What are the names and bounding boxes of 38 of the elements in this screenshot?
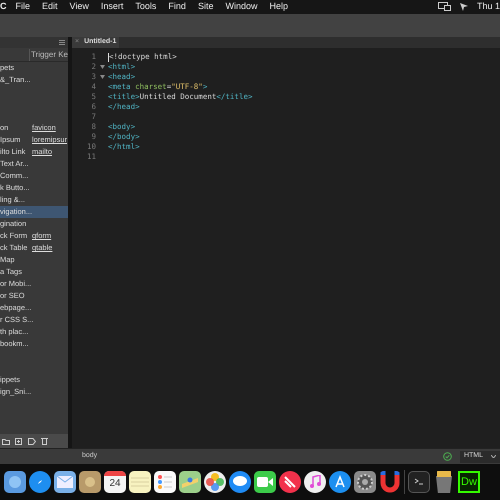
mail-icon[interactable] bbox=[54, 471, 76, 493]
magnet-icon[interactable] bbox=[379, 471, 401, 493]
add-snippet-icon[interactable] bbox=[15, 438, 23, 444]
terminal-icon[interactable] bbox=[408, 471, 430, 493]
menu-item[interactable]: Tools bbox=[135, 0, 156, 14]
menu-item[interactable]: Window bbox=[225, 0, 258, 14]
menu-item[interactable]: Find bbox=[168, 0, 186, 14]
app-menu[interactable]: C bbox=[0, 0, 6, 14]
photos-icon[interactable] bbox=[204, 471, 226, 493]
chevron-down-icon bbox=[491, 455, 496, 458]
dreamweaver-icon[interactable]: Dw bbox=[458, 471, 480, 493]
check-circle-icon[interactable] bbox=[442, 452, 452, 461]
music-note-icon[interactable] bbox=[304, 471, 326, 493]
tag-icon[interactable] bbox=[28, 438, 36, 444]
reminders-icon[interactable] bbox=[154, 471, 176, 493]
trash-bin-icon[interactable] bbox=[433, 471, 455, 493]
cursor-icon[interactable] bbox=[458, 2, 469, 12]
folder-icon[interactable] bbox=[2, 438, 10, 444]
text-cursor bbox=[108, 52, 109, 62]
display-icon[interactable] bbox=[438, 2, 451, 12]
fold-arrow-icon[interactable] bbox=[100, 75, 104, 79]
menu-icon[interactable] bbox=[59, 40, 65, 45]
clock[interactable]: Thu 1 bbox=[476, 0, 500, 14]
news-icon[interactable] bbox=[279, 471, 301, 493]
menu-item[interactable]: Insert bbox=[100, 0, 124, 14]
chat-bubble-icon[interactable] bbox=[229, 471, 251, 493]
menu-item[interactable]: Edit bbox=[42, 0, 58, 14]
fold-arrow-icon[interactable] bbox=[100, 65, 104, 69]
menu-item[interactable]: View bbox=[70, 0, 89, 14]
calendar-icon[interactable]: 24 bbox=[104, 471, 126, 493]
gear-icon[interactable] bbox=[354, 471, 376, 493]
notes-icon[interactable] bbox=[129, 471, 151, 493]
video-call-icon[interactable] bbox=[254, 471, 276, 493]
menu-item[interactable]: Site bbox=[198, 0, 214, 14]
trash-icon[interactable] bbox=[41, 437, 48, 445]
maps-icon[interactable] bbox=[179, 471, 201, 493]
menu-item[interactable]: File bbox=[16, 0, 30, 14]
menu-item[interactable]: Help bbox=[269, 0, 288, 14]
